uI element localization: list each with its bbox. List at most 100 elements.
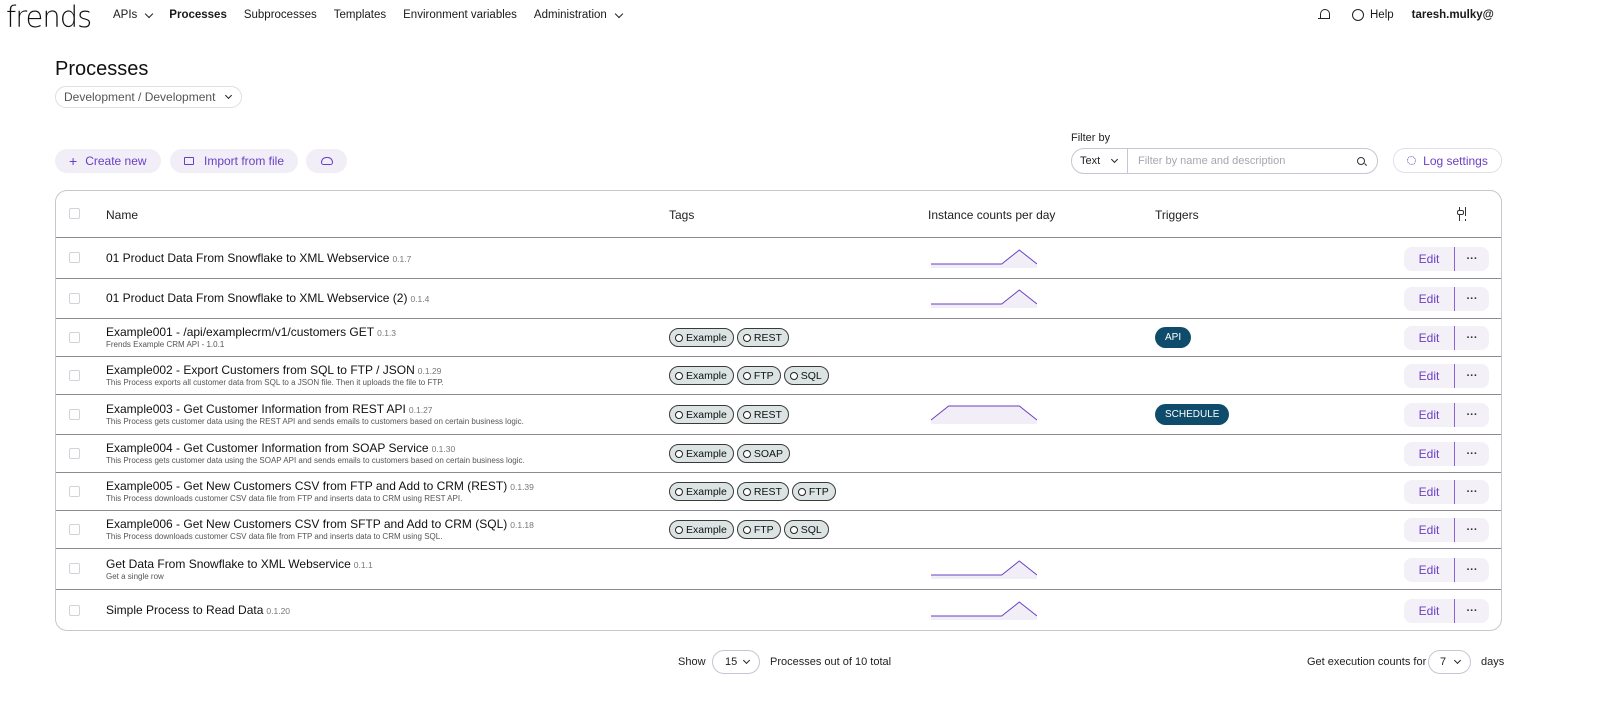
process-name[interactable]: 01 Product Data From Snowflake to XML We…	[106, 291, 429, 305]
log-settings-button[interactable]: Log settings	[1393, 148, 1502, 173]
table-row[interactable]: 01 Product Data From Snowflake to XML We…	[56, 279, 1501, 319]
tag[interactable]: Example	[669, 482, 734, 501]
search-icon[interactable]	[1357, 157, 1365, 165]
nav-item-templates[interactable]: Templates	[334, 9, 386, 21]
process-description: This Process downloads customer CSV data…	[106, 494, 463, 503]
process-name[interactable]: Get Data From Snowflake to XML Webservic…	[106, 557, 373, 571]
tag-dot-icon	[742, 525, 751, 534]
table-row[interactable]: Example001 - /api/examplecrm/v1/customer…	[56, 319, 1501, 357]
nav-item-processes[interactable]: Processes	[169, 9, 227, 21]
edit-button[interactable]: Edit	[1404, 518, 1455, 542]
page-size-select[interactable]: 15	[712, 650, 760, 674]
process-name[interactable]: 01 Product Data From Snowflake to XML We…	[106, 251, 411, 265]
edit-button[interactable]: Edit	[1404, 247, 1455, 271]
column-name[interactable]: Name	[106, 208, 138, 222]
row-checkbox[interactable]	[69, 331, 80, 343]
row-checkbox[interactable]	[69, 523, 80, 535]
process-name[interactable]: Example003 - Get Customer Information fr…	[106, 402, 433, 416]
edit-button[interactable]: Edit	[1404, 403, 1455, 427]
trigger-badge[interactable]: SCHEDULE	[1155, 404, 1230, 425]
filter-input[interactable]	[1128, 155, 1357, 167]
column-settings-icon[interactable]	[1457, 207, 1469, 221]
column-triggers[interactable]: Triggers	[1155, 208, 1199, 222]
edit-button[interactable]: Edit	[1404, 442, 1455, 466]
more-options-button[interactable]: ···	[1455, 290, 1489, 308]
user-menu[interactable]: taresh.mulky@	[1412, 9, 1494, 21]
nav-item-administration[interactable]: Administration	[534, 9, 624, 21]
column-tags[interactable]: Tags	[669, 208, 694, 222]
row-checkbox[interactable]	[69, 252, 80, 263]
edit-button[interactable]: Edit	[1404, 287, 1455, 311]
days-select[interactable]: 7	[1428, 650, 1471, 674]
bell-icon[interactable]	[1318, 8, 1332, 22]
table-row[interactable]: Example004 - Get Customer Information fr…	[56, 435, 1501, 473]
more-options-button[interactable]: ···	[1455, 561, 1489, 579]
select-all-checkbox[interactable]	[69, 208, 80, 219]
more-options-button[interactable]: ···	[1455, 483, 1489, 501]
process-name[interactable]: Example006 - Get New Customers CSV from …	[106, 517, 534, 531]
edit-button[interactable]: Edit	[1404, 599, 1455, 623]
process-name[interactable]: Example004 - Get Customer Information fr…	[106, 441, 455, 455]
tag[interactable]: FTP	[736, 366, 781, 385]
tag[interactable]: Example	[669, 366, 734, 385]
edit-button[interactable]: Edit	[1404, 480, 1455, 504]
row-checkbox[interactable]	[69, 408, 80, 420]
tag[interactable]: FTP	[791, 482, 836, 501]
table-row[interactable]: Example005 - Get New Customers CSV from …	[56, 473, 1501, 511]
frends-logo[interactable]: frends	[6, 0, 92, 34]
table-row[interactable]: Get Data From Snowflake to XML Webservic…	[56, 549, 1501, 590]
edit-button[interactable]: Edit	[1404, 364, 1455, 388]
instance-sparkline	[931, 405, 1037, 424]
tag[interactable]: REST	[736, 328, 789, 347]
more-options-button[interactable]: ···	[1455, 521, 1489, 539]
table-row[interactable]: Example003 - Get Customer Information fr…	[56, 395, 1501, 435]
tag[interactable]: REST	[736, 405, 789, 424]
tag[interactable]: SQL	[783, 366, 829, 385]
row-checkbox[interactable]	[69, 292, 80, 304]
nav-item-subprocesses[interactable]: Subprocesses	[244, 9, 317, 21]
process-name-text: Example002 - Export Customers from SQL t…	[106, 363, 415, 377]
more-options-button[interactable]: ···	[1455, 406, 1489, 424]
more-options-button[interactable]: ···	[1455, 602, 1489, 620]
tag[interactable]: Example	[669, 444, 734, 463]
table-row[interactable]: Simple Process to Read Data 0.1.20 Edit ···	[56, 590, 1501, 630]
tag[interactable]: FTP	[736, 520, 781, 539]
help-link[interactable]: Help	[1352, 9, 1394, 21]
tag[interactable]: Example	[669, 328, 734, 347]
process-name[interactable]: Simple Process to Read Data 0.1.20	[106, 603, 290, 617]
more-options-button[interactable]: ···	[1455, 329, 1489, 347]
row-checkbox[interactable]	[69, 485, 80, 497]
tag[interactable]: Example	[669, 405, 734, 424]
row-checkbox[interactable]	[69, 447, 80, 459]
column-instances[interactable]: Instance counts per day	[928, 208, 1055, 222]
more-options-button[interactable]: ···	[1455, 250, 1489, 268]
create-new-button[interactable]: + Create new	[55, 149, 161, 173]
tag[interactable]: Example	[669, 520, 734, 539]
table-row[interactable]: 01 Product Data From Snowflake to XML We…	[56, 238, 1501, 279]
process-name[interactable]: Example005 - Get New Customers CSV from …	[106, 479, 534, 493]
row-checkbox[interactable]	[69, 369, 80, 381]
table-row[interactable]: Example002 - Export Customers from SQL t…	[56, 357, 1501, 395]
import-from-file-button[interactable]: Import from file	[170, 149, 299, 173]
cloud-upload-button[interactable]	[306, 149, 347, 173]
process-name-text: Example003 - Get Customer Information fr…	[106, 402, 406, 416]
nav-item-apis[interactable]: APIs	[113, 9, 154, 21]
environment-select[interactable]: Development / Development	[55, 86, 243, 108]
tag[interactable]: SQL	[783, 520, 829, 539]
edit-button[interactable]: Edit	[1404, 558, 1455, 582]
process-name[interactable]: Example002 - Export Customers from SQL t…	[106, 363, 441, 377]
process-version: 0.1.1	[353, 560, 373, 570]
tag[interactable]: REST	[736, 482, 789, 501]
process-description: This Process gets customer data using th…	[106, 417, 524, 426]
table-row[interactable]: Example006 - Get New Customers CSV from …	[56, 511, 1501, 549]
process-name[interactable]: Example001 - /api/examplecrm/v1/customer…	[106, 325, 396, 339]
more-options-button[interactable]: ···	[1455, 445, 1489, 463]
trigger-badge[interactable]: API	[1155, 327, 1192, 348]
nav-item-environment-variables[interactable]: Environment variables	[403, 9, 517, 21]
tag[interactable]: SOAP	[736, 444, 791, 463]
filter-type-select[interactable]: Text	[1072, 149, 1128, 173]
edit-button[interactable]: Edit	[1404, 326, 1455, 350]
row-checkbox[interactable]	[69, 563, 80, 574]
more-options-button[interactable]: ···	[1455, 367, 1489, 385]
row-checkbox[interactable]	[69, 605, 80, 616]
